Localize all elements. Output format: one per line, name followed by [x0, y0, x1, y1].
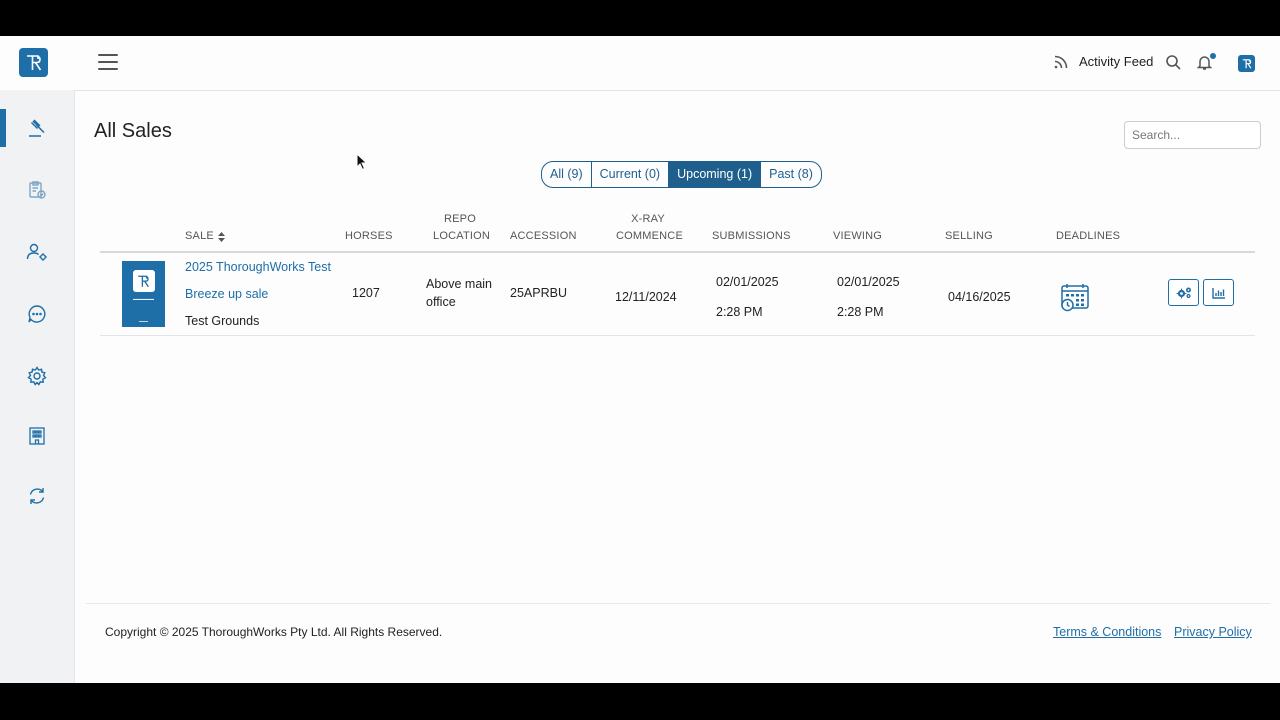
- sale-venue: Test Grounds: [185, 314, 260, 328]
- deadlines-button[interactable]: [1059, 282, 1090, 317]
- filter-current[interactable]: Current (0): [592, 162, 670, 187]
- col-header-xray-commence: X-RAY COMMENCE: [616, 211, 683, 245]
- col-header-viewing: VIEWING: [833, 230, 883, 242]
- sidebar-item-organisation[interactable]: [0, 417, 75, 455]
- cell-xray-commence: 12/11/2024: [615, 290, 677, 304]
- sidebar-item-submissions[interactable]: [0, 171, 75, 209]
- sidebar-item-sync[interactable]: [0, 477, 75, 515]
- hamburger-menu-icon[interactable]: [98, 54, 118, 72]
- sale-thumbnail-logo: [132, 270, 155, 292]
- activity-feed-link[interactable]: Activity Feed: [1053, 53, 1153, 70]
- thumbnail-logo-icon: [138, 275, 149, 287]
- sort-icon: [217, 231, 225, 242]
- thumbnail-decor-line: ▬▬▬▬▬▬: [133, 297, 154, 301]
- mouse-cursor-icon: [356, 153, 368, 171]
- building-icon: [28, 427, 45, 445]
- filter-upcoming[interactable]: Upcoming (1): [669, 162, 762, 187]
- col-header-sale[interactable]: SALE: [185, 228, 225, 245]
- cell-repo-location: Above main office: [426, 275, 492, 311]
- top-header: Activity Feed: [75, 36, 1280, 91]
- cell-accession: 25APRBU: [510, 286, 567, 300]
- col-header-accession: ACCESSION: [510, 230, 577, 242]
- col-header-repo-location: REPO LOCATION: [433, 211, 491, 245]
- copyright-text: Copyright © 2025 ThoroughWorks Pty Ltd. …: [105, 625, 443, 639]
- terms-link[interactable]: Terms & Conditions: [1053, 625, 1161, 639]
- sidebar-item-messages[interactable]: [0, 295, 75, 333]
- col-header-horses: HORSES: [345, 230, 393, 242]
- sidebar-item-users[interactable]: [0, 233, 75, 271]
- col-header-selling: SELLING: [945, 230, 993, 242]
- sidebar-item-sales[interactable]: [0, 109, 75, 147]
- activity-feed-label: Activity Feed: [1079, 54, 1154, 69]
- sale-filter-tabs: All (9) Current (0) Upcoming (1) Past (8…: [541, 161, 822, 188]
- col-header-xray-line1: X-RAY: [631, 213, 665, 225]
- brand-logo-icon: [26, 54, 41, 70]
- cell-repo-line2: office: [426, 295, 456, 309]
- sidebar: [0, 36, 75, 683]
- clipboard-check-icon: [28, 181, 46, 199]
- sale-type-link[interactable]: Breeze up sale: [185, 285, 268, 303]
- cell-selling: 04/16/2025: [948, 290, 1011, 304]
- filter-all[interactable]: All (9): [542, 162, 592, 187]
- chat-bubble-icon: [27, 305, 45, 323]
- notifications-button[interactable]: [1196, 53, 1216, 76]
- cell-horses: 1207: [352, 286, 380, 300]
- bar-chart-icon: [1211, 287, 1225, 299]
- logo-area: [0, 36, 75, 90]
- col-header-xray-line2: COMMENCE: [616, 230, 683, 242]
- col-header-submissions: SUBMISSIONS: [712, 230, 791, 242]
- brand-logo[interactable]: [19, 48, 48, 77]
- privacy-link[interactable]: Privacy Policy: [1174, 625, 1252, 639]
- refresh-icon: [29, 488, 44, 504]
- sale-settings-button[interactable]: [1168, 279, 1199, 306]
- sale-name-link[interactable]: 2025 ThoroughWorks Test: [185, 258, 331, 276]
- page-title: All Sales: [94, 120, 172, 142]
- col-header-deadlines: DEADLINES: [1056, 230, 1121, 242]
- sidebar-item-settings[interactable]: [0, 357, 75, 395]
- sale-reports-button[interactable]: [1203, 279, 1234, 306]
- calendar-clock-icon: [1061, 284, 1089, 312]
- col-header-repo-line1: REPO: [444, 213, 476, 225]
- thumbnail-decor-line-small: ▬▬▬: [139, 319, 148, 323]
- search-icon: [1166, 55, 1181, 70]
- cell-repo-line1: Above main: [426, 277, 493, 291]
- settings-gears-icon: [1176, 287, 1191, 299]
- gavel-icon: [28, 119, 45, 137]
- cell-submissions-date: 02/01/2025: [716, 275, 779, 289]
- footer-divider: [86, 603, 1270, 604]
- app-window: Activity Feed All Sales All (9) Current …: [0, 36, 1280, 683]
- cell-submissions-time: 2:28 PM: [716, 305, 763, 319]
- gear-icon: [26, 366, 47, 386]
- cell-viewing-date: 02/01/2025: [837, 275, 900, 289]
- header-search-button[interactable]: [1165, 54, 1182, 76]
- filter-past[interactable]: Past (8): [761, 162, 821, 187]
- col-header-sale-label: SALE: [185, 230, 214, 242]
- sale-thumbnail[interactable]: ▬▬▬▬▬▬ ▬▬▬: [122, 261, 165, 327]
- col-header-repo-line2: LOCATION: [433, 230, 491, 242]
- table-row-divider: [100, 335, 1255, 336]
- table-header-divider: [100, 251, 1255, 253]
- rss-feed-icon: [1054, 55, 1068, 69]
- cell-viewing-time: 2:28 PM: [837, 305, 884, 319]
- sales-search-input[interactable]: [1124, 121, 1261, 149]
- avatar-logo-icon: [1242, 58, 1251, 69]
- notification-dot: [1210, 53, 1216, 59]
- user-settings-icon: [26, 243, 47, 261]
- profile-avatar-icon[interactable]: [1238, 55, 1255, 72]
